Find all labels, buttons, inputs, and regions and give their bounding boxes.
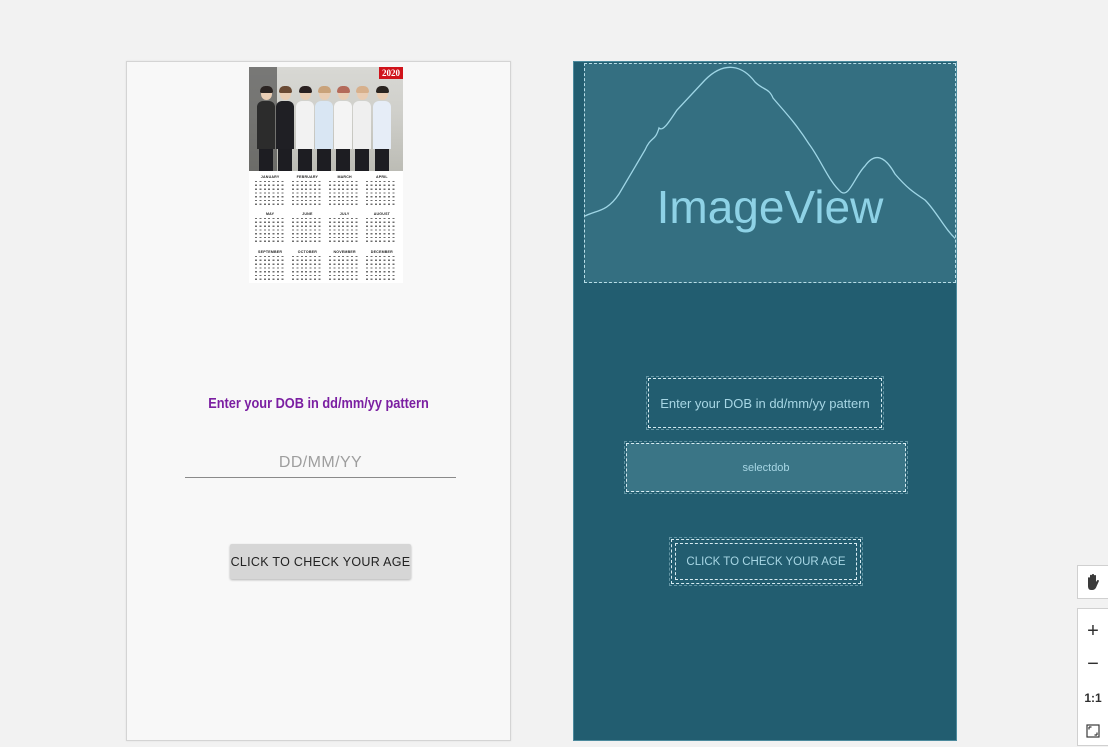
dob-input[interactable] — [185, 448, 456, 478]
actual-size-button[interactable]: 1:1 — [1078, 682, 1108, 714]
fit-screen-button[interactable] — [1078, 715, 1108, 747]
check-age-button[interactable]: CLICK TO CHECK YOUR AGE — [230, 544, 411, 579]
imageview-label: ImageView — [656, 181, 884, 233]
blueprint-preview: ImageView Enter your DOB in dd/mm/yy pat… — [573, 61, 957, 741]
zoom-in-button[interactable]: + — [1078, 615, 1108, 647]
calendar-month: SEPTEMBER — [254, 250, 286, 283]
mountain-placeholder-icon — [585, 66, 955, 240]
pan-button[interactable] — [1077, 565, 1108, 599]
calendar-month: JUNE — [291, 212, 323, 245]
calendar-month: NOVEMBER — [329, 250, 361, 283]
blueprint-selectdob[interactable]: selectdob — [624, 441, 908, 494]
calendar-month: MAY — [254, 212, 286, 245]
calendar-month: JANUARY — [254, 175, 286, 208]
calendar-month: FEBRUARY — [291, 175, 323, 208]
year-badge: 2020 — [379, 67, 403, 79]
fit-screen-icon — [1086, 724, 1100, 738]
calendar-poster-image[interactable]: 2020 JANUARY FEBRUARY MARCH APRIL MAY JU… — [249, 67, 403, 283]
hand-icon — [1088, 574, 1099, 590]
calendar-grid: JANUARY FEBRUARY MARCH APRIL MAY JUNE JU… — [254, 175, 398, 283]
zoom-toolbar: + − 1:1 — [1077, 608, 1108, 746]
calendar-month: APRIL — [366, 175, 398, 208]
group-photo: 2020 — [249, 67, 403, 171]
calendar-month: AUGUST — [366, 212, 398, 245]
dob-label[interactable]: Enter your DOB in dd/mm/yy pattern — [150, 396, 487, 412]
calendar-month: JULY — [329, 212, 361, 245]
blueprint-textview[interactable]: Enter your DOB in dd/mm/yy pattern — [646, 376, 884, 430]
blueprint-button[interactable]: CLICK TO CHECK YOUR AGE — [669, 537, 863, 586]
zoom-out-button[interactable]: − — [1078, 648, 1108, 680]
blueprint-imageview[interactable]: ImageView — [584, 63, 956, 283]
design-preview: 2020 JANUARY FEBRUARY MARCH APRIL MAY JU… — [126, 61, 511, 741]
calendar-month: MARCH — [329, 175, 361, 208]
calendar-month: OCTOBER — [291, 250, 323, 283]
calendar-month: DECEMBER — [366, 250, 398, 283]
